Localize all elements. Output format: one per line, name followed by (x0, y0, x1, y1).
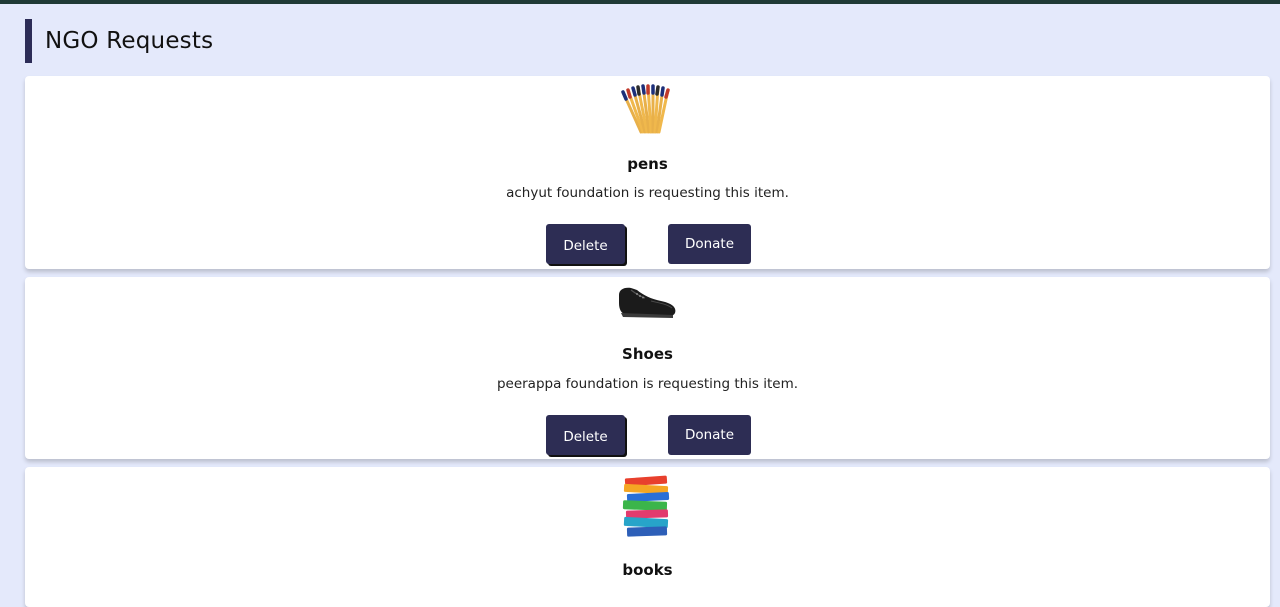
pens-image (621, 84, 670, 134)
item-description: peerappa foundation is requesting this i… (496, 376, 799, 392)
request-card: books (25, 467, 1270, 607)
donate-button[interactable]: Donate (668, 415, 751, 455)
item-description: achyut foundation is requesting this ite… (506, 185, 789, 201)
top-bar (0, 0, 1280, 4)
delete-button[interactable]: Delete (546, 224, 625, 264)
item-name: pens (627, 155, 668, 173)
delete-button[interactable]: Delete (546, 415, 625, 455)
page-title: NGO Requests (45, 28, 214, 54)
donate-button[interactable]: Donate (668, 224, 751, 264)
item-name: Shoes (622, 345, 673, 363)
item-name: books (622, 561, 673, 579)
page-header: NGO Requests (25, 19, 213, 63)
shoe-image (619, 287, 676, 318)
heading-accent-bar (25, 19, 32, 63)
request-card: pens achyut foundation is requesting thi… (25, 76, 1270, 269)
books-image (622, 475, 670, 537)
request-card: Shoes peerappa foundation is requesting … (25, 277, 1270, 459)
